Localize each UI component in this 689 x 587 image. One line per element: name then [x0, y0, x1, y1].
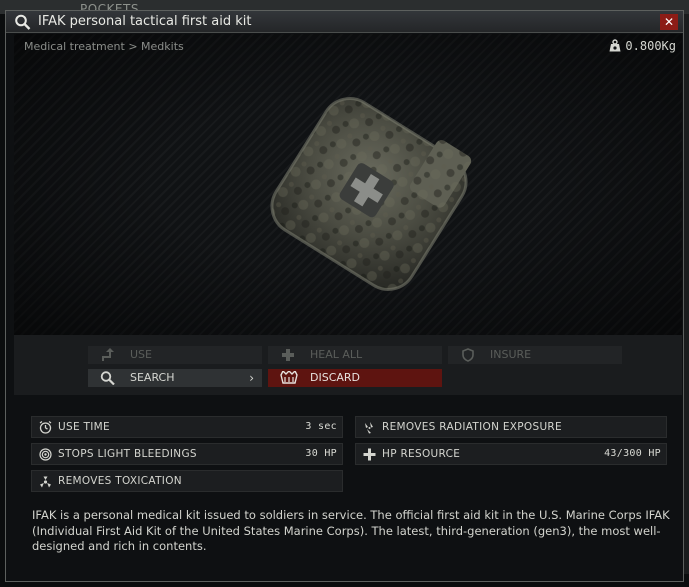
stat-hp-resource: HP RESOURCE 43/300 HP	[355, 443, 667, 465]
use-icon	[100, 348, 116, 362]
heal-icon	[280, 348, 296, 362]
stat-removes-toxication: REMOVES TOXICATION	[31, 470, 343, 492]
stat-use-time: USE TIME 3 sec	[31, 416, 343, 438]
stat-stops-bleedings: STOPS LIGHT BLEEDINGS 30 HP	[31, 443, 343, 465]
weight-value: 0.800Kg	[625, 39, 676, 53]
hp-icon	[363, 448, 376, 461]
stat-label: HP RESOURCE	[382, 448, 461, 460]
weight-icon	[609, 39, 621, 55]
search-icon	[14, 14, 32, 30]
close-button[interactable]: ✕	[660, 14, 678, 30]
stat-label: REMOVES RADIATION EXPOSURE	[382, 421, 562, 433]
search-button[interactable]: SEARCH ›	[88, 369, 262, 387]
bleeding-icon	[39, 448, 52, 461]
chevron-right-icon: ›	[249, 371, 254, 385]
breadcrumb[interactable]: Medical treatment > Medkits	[24, 40, 184, 53]
stat-removes-radiation: REMOVES RADIATION EXPOSURE	[355, 416, 667, 438]
action-bar: USE HEAL ALL INSURE SEARCH › DISCARD	[14, 335, 682, 395]
insure-icon	[460, 348, 476, 362]
stat-value: 30 HP	[305, 448, 337, 459]
item-weight: 0.800Kg	[609, 39, 676, 55]
stat-value: 43/300 HP	[604, 448, 661, 459]
ifak-image	[254, 79, 484, 313]
radiation-icon	[363, 421, 376, 434]
timer-icon	[39, 421, 52, 434]
discard-icon	[280, 369, 298, 385]
stat-label: USE TIME	[58, 421, 110, 433]
discard-button[interactable]: DISCARD	[268, 369, 442, 387]
window-title: IFAK personal tactical first aid kit	[38, 14, 252, 29]
insure-button[interactable]: INSURE	[448, 346, 622, 364]
item-inspect-window: IFAK personal tactical first aid kit ✕ M…	[5, 10, 684, 582]
stat-label: REMOVES TOXICATION	[58, 475, 182, 487]
heal-all-button[interactable]: HEAL ALL	[268, 346, 442, 364]
search-icon	[100, 371, 116, 386]
toxin-icon	[39, 475, 52, 488]
use-button[interactable]: USE	[88, 346, 262, 364]
item-preview: Medical treatment > Medkits 0.800Kg	[14, 34, 682, 335]
item-description: IFAK is a personal medical kit issued to…	[32, 508, 670, 553]
stat-value: 3 sec	[305, 421, 337, 432]
stat-label: STOPS LIGHT BLEEDINGS	[58, 448, 197, 460]
window-titlebar[interactable]: IFAK personal tactical first aid kit ✕	[6, 11, 683, 33]
